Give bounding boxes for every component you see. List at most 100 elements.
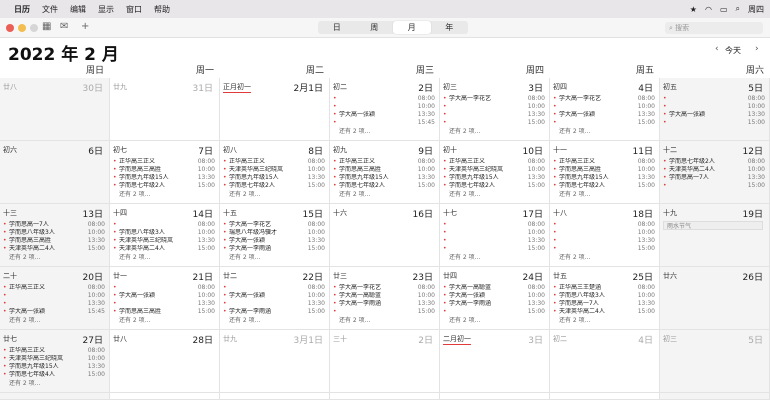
event-item[interactable]: • 天津英华高三纪晓岚 13:30 <box>113 237 215 245</box>
day-cell[interactable]: 初三 5日 <box>660 330 770 393</box>
event-item[interactable]: • 学大高一高聪蓝 08:00 <box>443 284 545 292</box>
day-cell[interactable]: 初五 5日 • 08:00 • 10:00 • 学大高一张颖 13:30 • 15:00 <box>660 78 770 141</box>
event-item[interactable]: • 学而思八年级3人 10:00 <box>553 292 655 300</box>
event-item[interactable]: • 10:00 <box>553 229 655 237</box>
event-item[interactable]: • 学大高一张颖 15:45 <box>3 308 105 316</box>
event-item[interactable]: • 学大高一李雨涵 15:00 <box>223 308 325 316</box>
event-item[interactable]: • 学大高一张颖 13:30 <box>553 111 655 119</box>
event-item[interactable]: • 学而思九年级15人 13:30 <box>113 174 215 182</box>
event-item[interactable]: • 正华高三正义 08:00 <box>553 158 655 166</box>
day-cell[interactable]: 十五 15日 • 学大高一李花艺 08:00 • 瑞思八年级冯骥才 10:00 • 学大高一张颖 1… <box>220 204 330 267</box>
event-item[interactable]: • 08:00 <box>113 221 215 229</box>
more-events-link[interactable]: 还有 2 项... <box>333 127 435 136</box>
prev-month-button[interactable]: ‹ <box>715 44 719 54</box>
next-month-button[interactable]: › <box>755 44 759 54</box>
day-cell[interactable]: 廿二 22日 • 08:00 • 学大高一张颖 10:00 • 13:30 • 学大高一李雨涵 15:… <box>220 267 330 330</box>
menu-edit[interactable]: 编辑 <box>70 4 86 15</box>
add-event-icon[interactable]: + <box>81 21 89 32</box>
event-item[interactable]: • 学而思高三高胜 13:30 <box>3 237 105 245</box>
day-cell[interactable]: 十九 19日 雨水节气 <box>660 204 770 267</box>
event-item[interactable]: • 正华高三正义 08:00 <box>113 158 215 166</box>
event-item[interactable]: • 15:45 <box>333 119 435 127</box>
event-item[interactable]: • 学大高一李雨涵 13:30 <box>443 300 545 308</box>
day-cell[interactable]: 廿五 25日 • 正华高三王楚涵 08:00 • 学而思八年级3人 10:00 • 学而思高一7人… <box>550 267 660 330</box>
event-item[interactable]: • 学而思九年级15人 13:30 <box>553 174 655 182</box>
holiday-banner[interactable]: 雨水节气 <box>663 221 763 230</box>
event-item[interactable]: • 学大高一张颖 13:30 <box>223 237 325 245</box>
inbox-icon[interactable]: ✉ <box>60 21 68 32</box>
day-cell[interactable]: 十八 18日 • 08:00 • 10:00 • 13:30 • 15:00 还有 2 项... <box>550 204 660 267</box>
event-item[interactable]: • 13:30 <box>223 300 325 308</box>
event-item[interactable]: • 13:30 <box>443 237 545 245</box>
tab-week[interactable]: 周 <box>356 21 394 34</box>
event-item[interactable]: • 瑞思八年级冯骥才 10:00 <box>223 229 325 237</box>
day-cell[interactable]: 二月初一 3日 <box>440 330 550 393</box>
event-item[interactable]: • 08:00 <box>553 221 655 229</box>
day-cell[interactable]: 廿一 21日 • 08:00 • 学大高一张颖 10:00 • 13:30 • 学而思高三高胜 15:… <box>110 267 220 330</box>
event-item[interactable]: • 13:30 <box>443 111 545 119</box>
event-item[interactable]: • 学而思七年级2人 08:00 <box>663 158 765 166</box>
event-item[interactable]: • 正华高三王楚涵 08:00 <box>553 284 655 292</box>
day-cell[interactable]: 廿三 23日 • 学大高一李花艺 08:00 • 学大高一高聪蓝 10:00 • 学大高一李雨涵 1… <box>330 267 440 330</box>
event-item[interactable]: • 15:00 <box>663 119 765 127</box>
today-button[interactable]: 今天 <box>725 45 741 56</box>
event-item[interactable]: • 学大高一李雨涵 13:30 <box>333 300 435 308</box>
event-item[interactable]: • 15:00 <box>333 308 435 316</box>
event-item[interactable]: • 学而思高一7人 13:30 <box>663 174 765 182</box>
menu-file[interactable]: 文件 <box>42 4 58 15</box>
event-item[interactable]: • 学而思八年级3人 10:00 <box>3 229 105 237</box>
event-item[interactable]: • 天津英华高二4人 15:00 <box>113 245 215 253</box>
event-item[interactable]: • 学而思高一7人 08:00 <box>3 221 105 229</box>
day-cell[interactable]: 二十 20日 • 正华高三正义 08:00 • 10:00 • 13:30 • 学大高一张颖 15:4… <box>0 267 110 330</box>
event-item[interactable]: • 08:00 <box>223 284 325 292</box>
day-cell[interactable]: 廿六 26日 <box>660 267 770 330</box>
event-item[interactable]: • 13:30 <box>3 300 105 308</box>
tab-month[interactable]: 月 <box>393 21 431 34</box>
day-cell[interactable]: 初九 9日 • 正华高三正义 08:00 • 学而思高三高胜 10:00 • 学而思九年级15人 1… <box>330 141 440 204</box>
event-item[interactable]: • 天津英华高三纪晓岚 10:00 <box>443 166 545 174</box>
day-cell[interactable]: 初二 2日 • 08:00 • 10:00 • 学大高一张颖 13:30 • 15:45 还有 2 项… <box>330 78 440 141</box>
event-item[interactable]: • 15:00 <box>443 119 545 127</box>
day-cell[interactable]: 初六 6日 <box>0 141 110 204</box>
event-item[interactable]: • 学大高一李花艺 08:00 <box>553 95 655 103</box>
event-item[interactable]: • 学大高一李雨涵 15:00 <box>223 245 325 253</box>
menu-app-name[interactable]: 日历 <box>14 4 30 15</box>
more-events-link[interactable]: 还有 2 项... <box>553 127 655 136</box>
event-item[interactable]: • 学而思九年级15人 13:30 <box>223 174 325 182</box>
event-item[interactable]: • 学而思七年级2人 15:00 <box>553 182 655 190</box>
event-item[interactable]: • 08:00 <box>663 95 765 103</box>
event-item[interactable]: • 15:00 <box>663 182 765 190</box>
event-item[interactable]: • 08:00 <box>443 221 545 229</box>
day-cell[interactable]: 廿八 30日 <box>0 78 110 141</box>
calendar-list-icon[interactable]: ▦ <box>42 21 51 32</box>
more-events-link[interactable]: 还有 2 项... <box>333 316 435 325</box>
more-events-link[interactable]: 还有 2 项... <box>443 190 545 199</box>
more-events-link[interactable]: 还有 2 项... <box>443 316 545 325</box>
more-events-link[interactable]: 还有 2 项... <box>113 253 215 262</box>
menubar-clock[interactable]: 周四 <box>748 4 764 15</box>
day-cell[interactable]: 初三 3日 • 学大高一李花艺 08:00 • 10:00 • 13:30 • 15:00 还有 2 … <box>440 78 550 141</box>
event-item[interactable]: • 学而思高三高胜 10:00 <box>113 166 215 174</box>
battery-icon[interactable]: ▭ <box>720 5 728 14</box>
event-item[interactable]: • 学大高一张颖 10:00 <box>113 292 215 300</box>
event-item[interactable]: • 天津英华高三纪晓岚 10:00 <box>3 355 105 363</box>
event-item[interactable]: • 学而思七年级2人 15:00 <box>443 182 545 190</box>
day-cell[interactable]: 廿九 31日 <box>110 78 220 141</box>
event-item[interactable]: • 08:00 <box>113 284 215 292</box>
event-item[interactable]: • 13:30 <box>113 300 215 308</box>
more-events-link[interactable]: 还有 2 项... <box>223 316 325 325</box>
event-item[interactable]: • 10:00 <box>553 103 655 111</box>
day-cell[interactable]: 初十 10日 • 正华高三正义 08:00 • 天津英华高三纪晓岚 10:00 • 学而思九年级1… <box>440 141 550 204</box>
day-cell[interactable]: 十一 11日 • 正华高三正义 08:00 • 学而思高三高胜 10:00 • 学而思九年级15人… <box>550 141 660 204</box>
event-item[interactable]: • 学大高一张颖 13:30 <box>663 111 765 119</box>
more-events-link[interactable]: 还有 2 项... <box>553 190 655 199</box>
search-icon[interactable]: ⌕ <box>736 4 740 14</box>
day-cell[interactable]: 十二 12日 • 学而思七年级2人 08:00 • 天津英华高二4人 10:00 • 学而思高一7… <box>660 141 770 204</box>
event-item[interactable]: • 学大高一张颖 10:00 <box>223 292 325 300</box>
more-events-link[interactable]: 还有 2 项... <box>113 190 215 199</box>
event-item[interactable]: • 学而思九年级15人 13:30 <box>3 363 105 371</box>
more-events-link[interactable]: 还有 2 项... <box>223 253 325 262</box>
event-item[interactable]: • 学而思七年级2人 15:00 <box>113 182 215 190</box>
day-cell[interactable]: 正月初一 2月1日 <box>220 78 330 141</box>
event-item[interactable]: • 正华高三正义 08:00 <box>223 158 325 166</box>
